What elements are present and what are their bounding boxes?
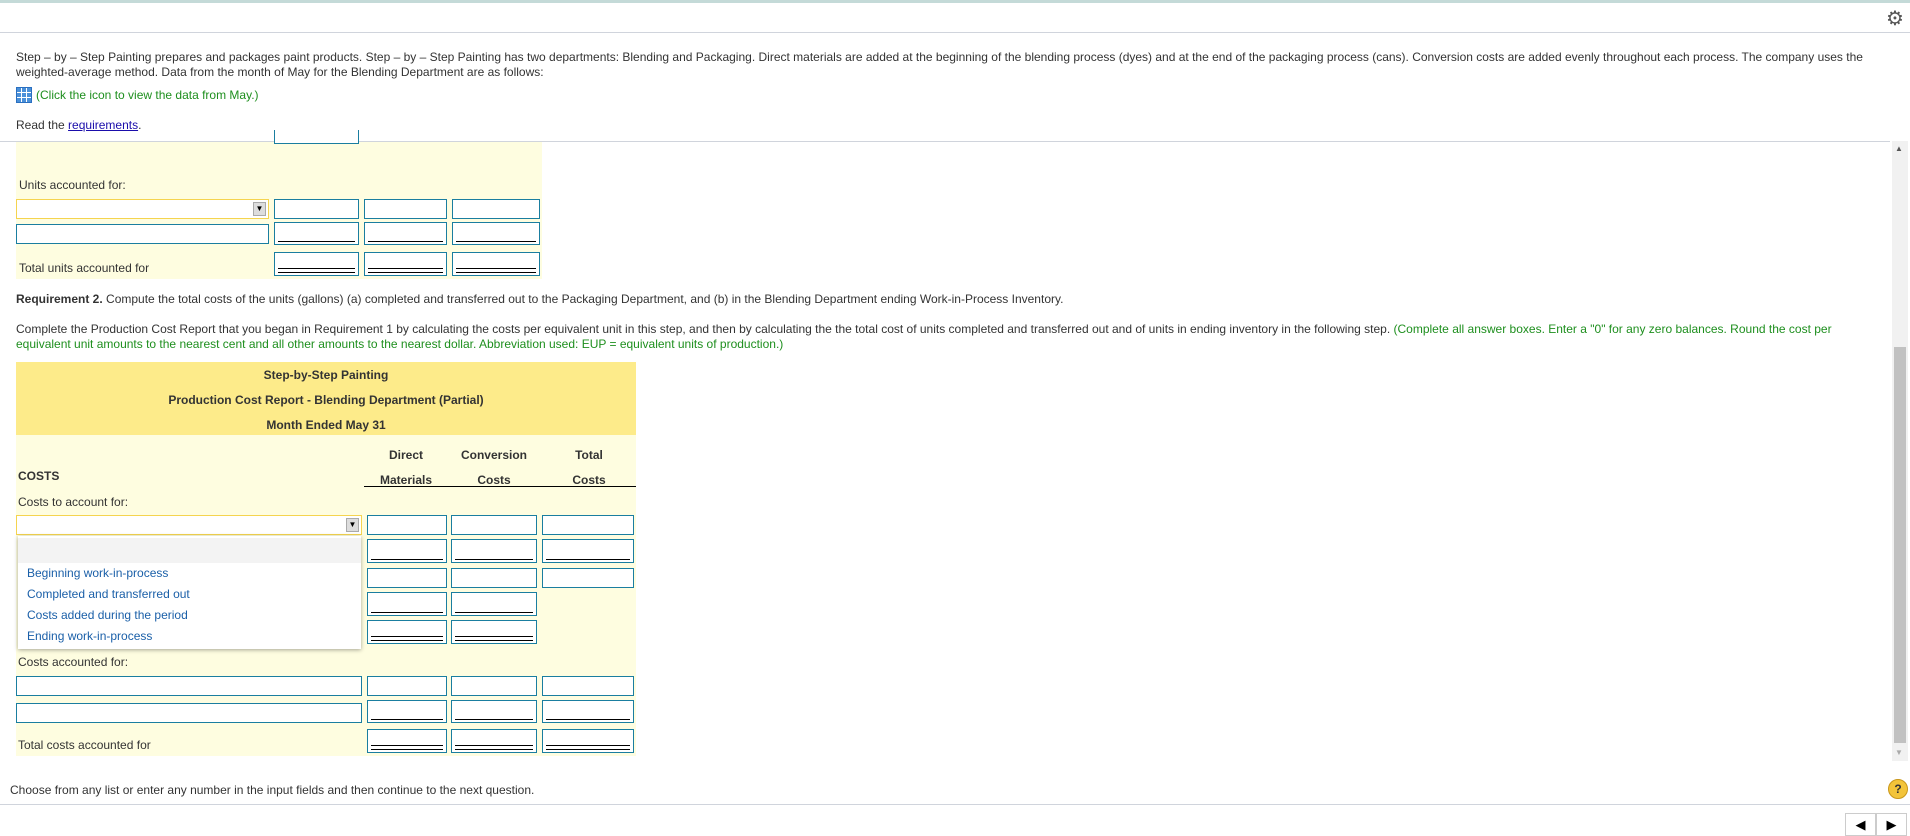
prev-arrow-icon[interactable]: ◀ [1845,813,1876,836]
cost-input[interactable] [451,539,537,563]
req2-text: Compute the total costs of the units (ga… [102,292,1064,306]
col-total-1: Total [575,448,603,462]
cost-input[interactable] [451,515,537,535]
divider [0,804,1910,805]
top-bar [0,0,1910,3]
instructions-text: Complete the Production Cost Report that… [16,322,1394,336]
cost-total-input[interactable] [367,620,447,644]
units-total-input[interactable] [364,252,447,276]
cost-input[interactable] [451,676,537,696]
report-period: Month Ended May 31 [266,418,386,432]
units-input[interactable] [274,130,359,144]
costs-accounted-label: Costs accounted for: [18,655,129,669]
units-input[interactable] [452,222,540,245]
units-text-input[interactable] [16,224,269,244]
cost-text-input[interactable] [16,676,362,696]
units-input[interactable] [364,199,447,219]
units-input[interactable] [364,222,447,245]
divider [0,32,1910,33]
costs-to-account-label: Costs to account for: [18,495,129,509]
footer-instructions: Choose from any list or enter any number… [10,783,535,797]
cost-input[interactable] [542,700,634,723]
dropdown-blank-option[interactable] [18,538,361,563]
dropdown-option[interactable]: Completed and transferred out [18,584,361,605]
units-total-input[interactable] [452,252,540,276]
units-total-input[interactable] [274,252,359,276]
req2-title: Requirement 2. [16,292,103,306]
cost-total-input[interactable] [367,729,447,753]
cost-input[interactable] [542,676,634,696]
read-requirements: Read the requirements. [16,118,141,132]
col-cc-2: Costs [477,473,511,487]
header-rule [364,486,636,487]
total-units-label: Total units accounted for [19,261,150,275]
scrollbar-thumb[interactable] [1894,347,1906,743]
read-suffix: . [138,118,142,132]
read-prefix: Read the [16,118,69,132]
costs-dropdown-menu[interactable]: Beginning work-in-process Completed and … [18,536,361,649]
cost-input[interactable] [542,539,634,563]
dropdown-option[interactable]: Ending work-in-process [18,626,361,647]
cost-input[interactable] [451,568,537,588]
dropdown-option[interactable]: Beginning work-in-process [18,563,361,584]
help-icon[interactable]: ? [1888,779,1908,799]
click-data-text[interactable]: (Click the icon to view the data from Ma… [36,88,259,102]
problem-text: Step – by – Step Painting prepares and p… [16,50,1863,79]
col-dm-2: Materials [379,473,433,487]
units-input[interactable] [452,199,540,219]
chevron-down-icon[interactable]: ▼ [253,202,266,216]
cost-input[interactable] [542,515,634,535]
col-total-2: Costs [572,473,606,487]
total-costs-label: Total costs accounted for [18,738,151,752]
report-company: Step-by-Step Painting [263,368,389,382]
col-dm-1: Direct [388,448,423,462]
cost-input[interactable] [367,676,447,696]
cost-input[interactable] [367,592,447,616]
chevron-down-icon[interactable]: ▼ [346,518,359,532]
col-cc-1: Conversion [460,448,527,462]
cost-total-input[interactable] [451,620,537,644]
dropdown-option[interactable]: Costs added during the period [18,605,361,626]
costs-select[interactable]: ▼ [16,515,362,535]
cost-total-input[interactable] [542,729,634,753]
cost-input[interactable] [367,539,447,563]
cost-input[interactable] [451,592,537,616]
req2-instructions: Complete the Production Cost Report that… [16,322,1886,352]
cost-total-input[interactable] [451,729,537,753]
units-input[interactable] [274,199,359,219]
scroll-up-icon[interactable]: ▲ [1895,144,1903,153]
cost-text-input[interactable] [16,703,362,723]
requirements-link[interactable]: requirements [68,118,138,132]
units-accounted-label: Units accounted for: [19,178,126,192]
cost-input[interactable] [542,568,634,588]
gear-icon[interactable]: ⚙ [1886,6,1904,31]
costs-label: COSTS [18,469,60,483]
next-arrow-icon[interactable]: ▶ [1876,813,1907,836]
cost-input[interactable] [367,515,447,535]
report-title: Production Cost Report - Blending Depart… [168,393,484,407]
cost-input[interactable] [367,568,447,588]
cost-input[interactable] [451,700,537,723]
table-icon[interactable] [16,87,32,103]
units-input[interactable] [274,222,359,245]
requirement-2: Requirement 2. Compute the total costs o… [16,292,1063,306]
scroll-down-icon[interactable]: ▼ [1895,748,1903,757]
data-link[interactable]: (Click the icon to view the data from Ma… [16,87,259,103]
cost-input[interactable] [367,700,447,723]
units-select[interactable]: ▼ [16,199,269,219]
